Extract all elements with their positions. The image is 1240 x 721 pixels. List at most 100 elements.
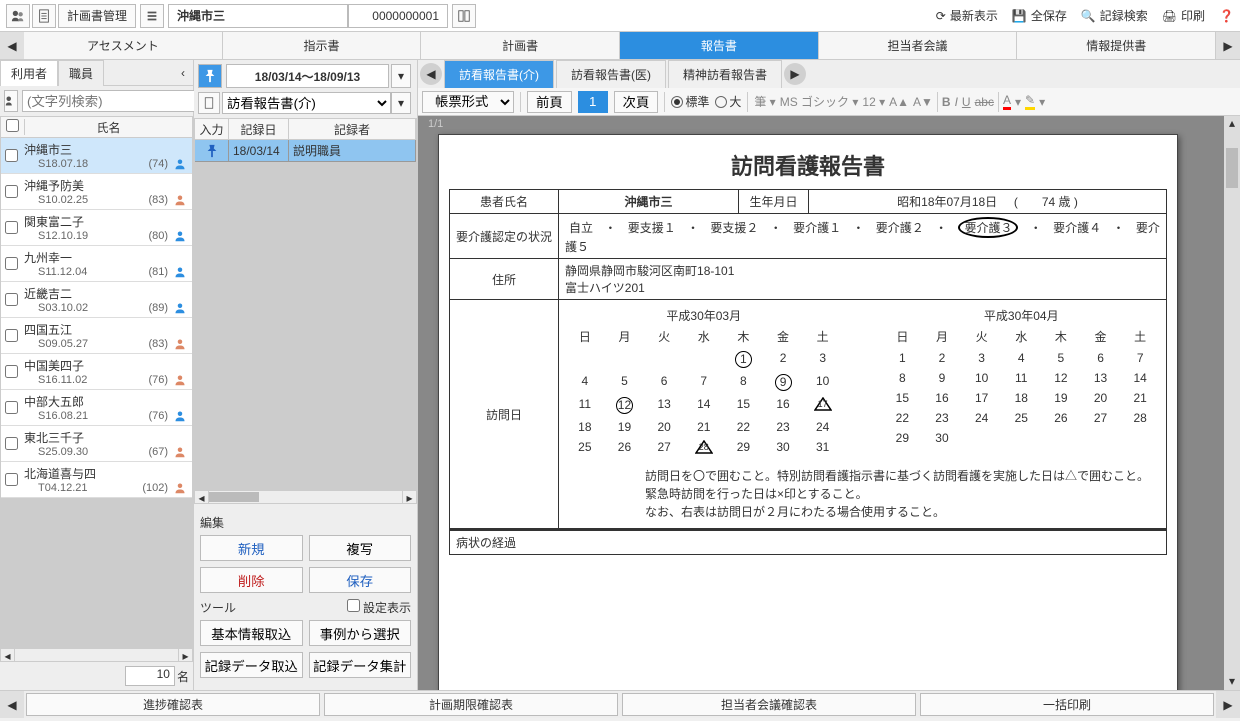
h-scroll-right[interactable]: ▸ — [178, 649, 192, 661]
user-row-checkbox[interactable] — [5, 437, 18, 450]
font-decrease[interactable]: A▼ — [913, 95, 933, 109]
user-row-checkbox[interactable] — [5, 473, 18, 486]
bottom-button-1[interactable]: 計画期限確認表 — [324, 693, 618, 716]
sub-tab-2[interactable]: 精神訪看報告書 — [668, 60, 782, 88]
sub-tab-1[interactable]: 訪看報告書(医) — [556, 60, 666, 88]
format-select[interactable]: 帳票形式 — [422, 91, 514, 113]
copy-button[interactable]: 複写 — [309, 535, 412, 561]
recimport-button[interactable]: 記録データ取込 — [200, 652, 303, 678]
user-row-checkbox[interactable] — [5, 149, 18, 162]
bottom-button-3[interactable]: 一括印刷 — [920, 693, 1214, 716]
next-page-button[interactable]: 次頁 — [614, 91, 659, 113]
font-increase[interactable]: A▲ — [889, 95, 909, 109]
highlight-button[interactable]: ✎ — [1025, 93, 1035, 110]
save-button[interactable]: 保存 — [309, 567, 412, 593]
header-patient-name[interactable]: 沖縄市三 — [168, 4, 348, 28]
user-row[interactable]: 中国美四子 S16.11.02 (76) — [1, 354, 192, 390]
user-row-checkbox[interactable] — [5, 401, 18, 414]
users-icon-button[interactable] — [6, 4, 30, 28]
fromcase-button[interactable]: 事例から選択 — [309, 620, 412, 646]
font-name-select[interactable]: MS ゴシック ▾ — [780, 93, 859, 110]
font-color-button[interactable]: A — [1003, 93, 1011, 110]
settings-show-checkbox[interactable]: 設定表示 — [347, 599, 411, 616]
list-icon-button[interactable] — [140, 4, 164, 28]
user-search-input[interactable] — [22, 90, 209, 112]
c-scroll-right[interactable]: ▸ — [402, 491, 416, 503]
main-tab-2[interactable]: 計画書 — [421, 32, 620, 59]
cal-day: 28 — [684, 440, 724, 457]
strike-button[interactable]: abc — [975, 95, 994, 109]
main-tab-5[interactable]: 情報提供書 — [1017, 32, 1216, 59]
doc-type-dd[interactable]: ▾ — [391, 92, 411, 114]
main-tab-0[interactable]: アセスメント — [24, 32, 223, 59]
prev-page-button[interactable]: 前頁 — [527, 91, 572, 113]
subtabs-prev[interactable]: ◀ — [420, 63, 442, 85]
layout-icon-button[interactable] — [452, 4, 476, 28]
doc-type-select[interactable]: 訪看報告書(介) — [222, 92, 391, 114]
user-row-checkbox[interactable] — [5, 329, 18, 342]
tabs-next[interactable]: ▶ — [1216, 32, 1240, 59]
user-row-checkbox[interactable] — [5, 365, 18, 378]
user-row-checkbox[interactable] — [5, 293, 18, 306]
radio-standard[interactable]: 標準 — [671, 93, 709, 110]
person-icon — [174, 158, 186, 170]
date-range[interactable]: 18/03/14～18/09/13 — [226, 64, 389, 88]
recsum-button[interactable]: 記録データ集計 — [309, 652, 412, 678]
document-page[interactable]: 訪問看護報告書 患者氏名 沖縄市三 生年月日 昭和18年07月18日 ( 74 … — [438, 134, 1178, 690]
underline-button[interactable]: U — [962, 95, 971, 109]
cal-day: 7 — [684, 374, 724, 391]
left-tab-users[interactable]: 利用者 — [0, 60, 58, 86]
bottom-next[interactable]: ▶ — [1216, 691, 1240, 718]
user-row-checkbox[interactable] — [5, 185, 18, 198]
page-input[interactable] — [578, 91, 608, 113]
delete-button[interactable]: 削除 — [200, 567, 303, 593]
subtabs-next[interactable]: ▶ — [784, 63, 806, 85]
bottom-prev[interactable]: ◀ — [0, 691, 24, 718]
person-icon — [174, 302, 186, 314]
left-collapse[interactable]: ‹ — [173, 66, 193, 80]
user-row[interactable]: 中部大五郎 S16.08.21 (76) — [1, 390, 192, 426]
select-all-checkbox[interactable] — [6, 119, 19, 132]
doc-icon-button[interactable] — [32, 4, 56, 28]
user-row-checkbox[interactable] — [5, 221, 18, 234]
user-row[interactable]: 近畿吉二 S03.10.02 (89) — [1, 282, 192, 318]
date-dropdown[interactable]: ▾ — [391, 64, 411, 88]
tabs-prev[interactable]: ◀ — [0, 32, 24, 59]
help-button[interactable]: ❓ — [1219, 9, 1234, 23]
save-all-button[interactable]: 💾全保存 — [1012, 7, 1067, 24]
user-row[interactable]: 沖縄市三 S18.07.18 (74) — [1, 138, 192, 174]
cal-day: 30 — [922, 431, 962, 445]
refresh-button[interactable]: ⟳最新表示 — [936, 7, 998, 24]
c-scroll-left[interactable]: ◂ — [195, 491, 209, 503]
left-tab-staff[interactable]: 職員 — [58, 60, 104, 86]
italic-button[interactable]: I — [955, 95, 958, 109]
main-tab-3[interactable]: 報告書 — [620, 32, 819, 59]
bold-button[interactable]: B — [942, 95, 951, 109]
sub-tab-0[interactable]: 訪看報告書(介) — [444, 60, 554, 88]
doc-vscroll[interactable]: ▴ ▾ — [1224, 116, 1240, 690]
user-filter-icon[interactable] — [4, 90, 18, 112]
user-row[interactable]: 四国五江 S09.05.27 (83) — [1, 318, 192, 354]
search-records-button[interactable]: 🔍記録検索 — [1081, 7, 1148, 24]
print-button[interactable]: 🖨印刷 — [1162, 7, 1205, 24]
user-row[interactable]: 九州幸一 S11.12.04 (81) — [1, 246, 192, 282]
bottom-button-2[interactable]: 担当者会議確認表 — [622, 693, 916, 716]
cal-day: 20 — [644, 420, 684, 434]
radio-large[interactable]: 大 — [715, 93, 741, 110]
user-row[interactable]: 沖縄予防美 S10.02.25 (83) — [1, 174, 192, 210]
cal-day: 16 — [763, 397, 803, 414]
main-tab-4[interactable]: 担当者会議 — [819, 32, 1018, 59]
user-row[interactable]: 東北三千子 S25.09.30 (67) — [1, 426, 192, 462]
user-row[interactable]: 関東富二子 S12.10.19 (80) — [1, 210, 192, 246]
h-scroll-left[interactable]: ◂ — [1, 649, 15, 661]
font-size-select[interactable]: 12 ▾ — [862, 95, 885, 109]
new-button[interactable]: 新規 — [200, 535, 303, 561]
user-row-checkbox[interactable] — [5, 257, 18, 270]
main-tab-1[interactable]: 指示書 — [223, 32, 422, 59]
user-row[interactable]: 北海道喜与四 T04.12.21 (102) — [1, 462, 192, 498]
style-dropdown[interactable]: 筆 ▾ — [754, 93, 775, 110]
basic-import-button[interactable]: 基本情報取込 — [200, 620, 303, 646]
bottom-button-0[interactable]: 進捗確認表 — [26, 693, 320, 716]
pin-icon[interactable] — [198, 64, 222, 88]
record-row[interactable]: 18/03/14 説明職員 — [195, 140, 416, 162]
